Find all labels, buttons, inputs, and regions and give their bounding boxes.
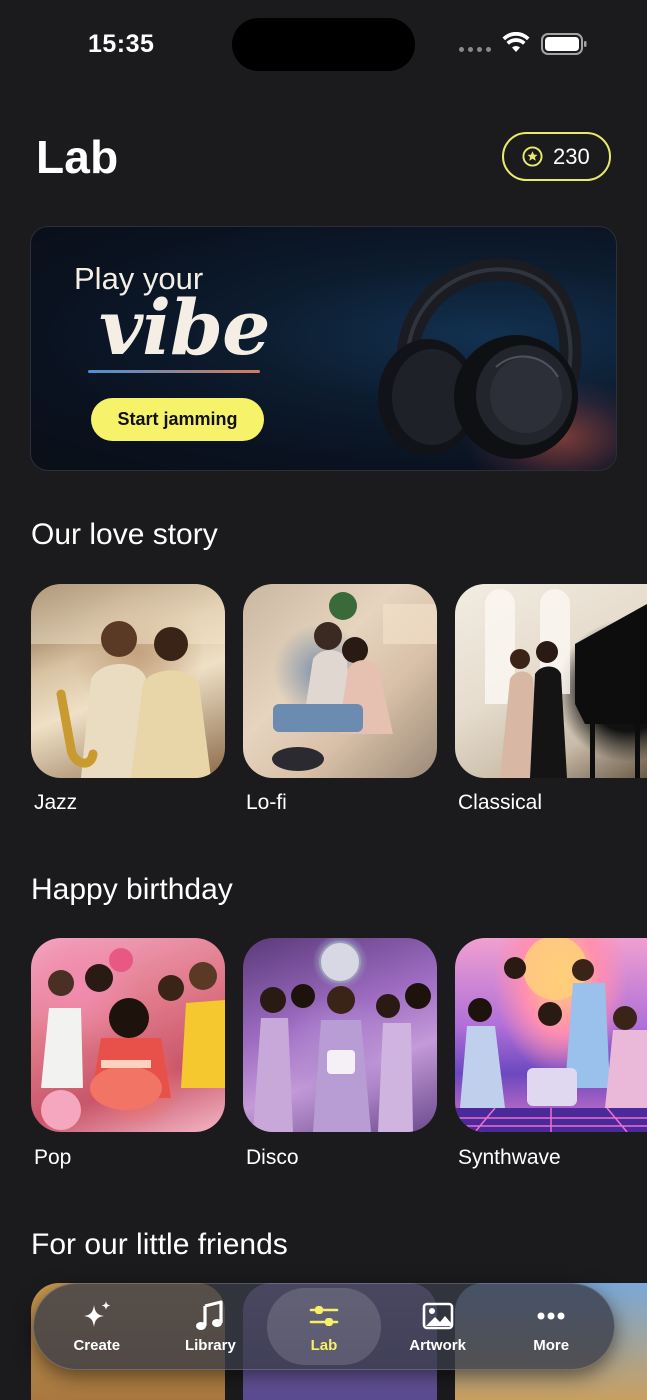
image-icon	[422, 1302, 453, 1330]
more-dots-icon	[537, 1312, 565, 1320]
lofi-artwork	[272, 592, 437, 771]
sliders-icon	[309, 1306, 339, 1326]
tab-create-label: Create	[73, 1337, 121, 1354]
credits-star-icon	[522, 146, 543, 167]
tab-lab[interactable]: Lab	[267, 1288, 381, 1365]
tab-create[interactable]: Create	[40, 1288, 154, 1365]
tab-lab-label: Lab	[310, 1337, 338, 1354]
tab-artwork[interactable]: Artwork	[381, 1288, 495, 1365]
dynamic-island	[232, 18, 415, 71]
synthwave-artwork	[455, 938, 647, 1132]
genre-label-jazz: Jazz	[34, 791, 78, 814]
genre-card-synthwave[interactable]	[455, 938, 647, 1132]
tab-more-label: More	[533, 1337, 570, 1354]
genre-label-pop: Pop	[34, 1146, 72, 1169]
battery-icon	[541, 33, 587, 55]
genre-card-disco[interactable]	[243, 938, 437, 1132]
tab-more[interactable]: More	[494, 1288, 608, 1365]
disco-artwork	[253, 941, 431, 1132]
genre-card-pop[interactable]	[31, 938, 225, 1132]
section-title-love-story: Our love story	[31, 518, 218, 551]
start-jamming-button[interactable]: Start jamming	[91, 398, 264, 441]
pop-artwork	[41, 948, 225, 1130]
tab-library-label: Library	[184, 1337, 236, 1354]
genre-card-classical[interactable]	[455, 584, 647, 778]
genre-label-synthwave: Synthwave	[458, 1146, 561, 1169]
music-note-icon	[196, 1300, 223, 1330]
sparkles-icon	[83, 1301, 111, 1327]
tab-artwork-label: Artwork	[409, 1337, 466, 1354]
cellular-signal-icon	[459, 47, 491, 52]
section-title-little-friends: For our little friends	[31, 1228, 288, 1261]
headphones-image	[378, 258, 582, 459]
credits-pill[interactable]: 230	[502, 132, 611, 181]
genre-label-disco: Disco	[246, 1146, 299, 1169]
promo-banner[interactable]: Play your vibe Start jamming	[30, 226, 617, 471]
classical-artwork	[485, 589, 647, 778]
page-title: Lab	[36, 131, 119, 183]
banner-headline-emphasis: vibe	[99, 283, 271, 372]
status-time: 15:35	[88, 30, 155, 58]
tab-bar: Create Library Lab Artwork More	[33, 1283, 615, 1370]
genre-card-lofi[interactable]	[243, 584, 437, 778]
banner-underline	[88, 370, 260, 373]
section-title-happy-birthday: Happy birthday	[31, 873, 233, 906]
genre-card-jazz[interactable]	[31, 584, 225, 778]
wifi-icon	[502, 32, 530, 52]
credits-count: 230	[553, 143, 590, 169]
status-bar: 15:35	[0, 0, 647, 90]
jazz-artwork	[31, 584, 225, 778]
genre-label-lofi: Lo-fi	[246, 791, 287, 814]
tab-library[interactable]: Library	[154, 1288, 268, 1365]
genre-label-classical: Classical	[458, 791, 543, 814]
